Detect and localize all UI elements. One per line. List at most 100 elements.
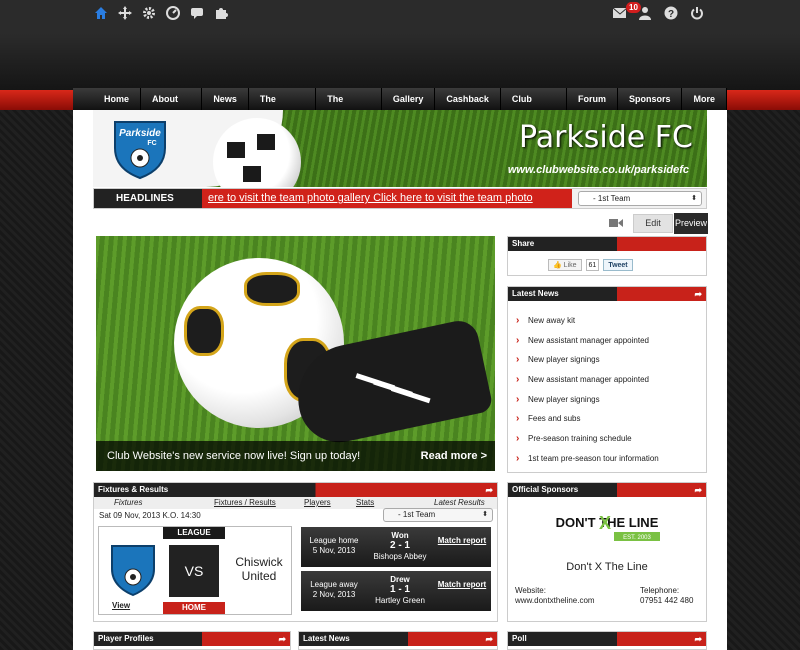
result-row: League away 2 Nov, 2013 Drew 1 - 1 Hartl… xyxy=(301,571,491,611)
result-opponent: Hartley Green xyxy=(375,596,425,605)
next-fixture-card: LEAGUE VS Chiswick United HOME View xyxy=(98,526,292,615)
player-profiles-header: Player Profiles ➦ xyxy=(94,632,290,646)
tab-players[interactable]: Players xyxy=(304,498,331,507)
match-report-link[interactable]: Match report xyxy=(437,536,487,546)
help-icon[interactable]: ? xyxy=(664,6,678,20)
toolbar-left-icons xyxy=(94,6,228,20)
home-icon[interactable] xyxy=(94,6,108,20)
read-more-link[interactable]: Read more > xyxy=(421,441,487,471)
latest-news-header: Latest News ➦ xyxy=(508,287,706,301)
fixtures-header: Fixtures & Results ➦ xyxy=(94,483,497,497)
header-band xyxy=(0,34,800,90)
nav-forum[interactable]: Forum xyxy=(567,88,618,110)
tab-latest-results[interactable]: Latest Results xyxy=(434,498,485,507)
nav-more[interactable]: More xyxy=(682,88,727,110)
like-button[interactable]: 👍 Like xyxy=(548,259,582,271)
share-arrow-icon[interactable]: ➦ xyxy=(485,632,493,646)
venue-label: HOME xyxy=(163,602,225,614)
hero-slideshow[interactable]: Club Website's new service now live! Sig… xyxy=(96,236,495,471)
sponsor-logo[interactable]: DON'T THE LINE X EST. 2003 xyxy=(554,507,660,549)
nav-gallery[interactable]: Gallery xyxy=(382,88,436,110)
club-crest-logo[interactable]: Parkside FC xyxy=(111,118,169,180)
result-row: League home 5 Nov, 2013 Won 2 - 1 Bishop… xyxy=(301,527,491,567)
view-fixture-link[interactable]: View xyxy=(112,601,130,610)
mail-badge: 10 xyxy=(626,2,641,13)
bottom-news-panel: Latest News ➦ xyxy=(298,631,498,650)
main-nav: Home About Us News The Teams The Match G… xyxy=(73,88,727,126)
club-url[interactable]: www.clubwebsite.co.uk/parksidefc xyxy=(508,164,689,176)
share-arrow-icon[interactable]: ➦ xyxy=(278,632,286,646)
phone-label: Telephone: xyxy=(640,586,680,595)
news-item[interactable]: New assistant manager appointed xyxy=(514,370,706,390)
match-report-link[interactable]: Match report xyxy=(437,580,487,590)
svg-text:X: X xyxy=(599,513,611,533)
nav-news[interactable]: News xyxy=(202,88,249,110)
nav-about-us[interactable]: About Us xyxy=(141,88,203,126)
nav-home[interactable]: Home xyxy=(93,88,142,110)
tab-fixtures-results[interactable]: Fixtures / Results xyxy=(214,498,276,507)
puzzle-icon[interactable] xyxy=(214,6,228,20)
preview-button[interactable]: Preview xyxy=(674,213,708,234)
nav-club-shop[interactable]: Club Shop xyxy=(501,88,567,126)
tab-fixtures[interactable]: Fixtures xyxy=(114,498,142,507)
home-team-crest xyxy=(111,545,155,597)
result-date: 2 Nov, 2013 xyxy=(312,590,356,599)
opponent-name: Chiswick United xyxy=(235,555,283,583)
competition-label: LEAGUE xyxy=(163,527,225,539)
edit-button[interactable]: Edit xyxy=(633,214,673,233)
versus-label: VS xyxy=(169,545,219,597)
club-banner: Parkside FC Parkside FC www.clubwebsite.… xyxy=(93,110,707,187)
move-icon[interactable] xyxy=(118,6,132,20)
result-date: 5 Nov, 2013 xyxy=(312,546,356,555)
nav-the-teams[interactable]: The Teams xyxy=(249,88,317,126)
mail-icon[interactable] xyxy=(612,6,626,20)
fixtures-panel: Fixtures & Results ➦ Fixtures Fixtures / … xyxy=(93,482,498,622)
like-count: 61 xyxy=(585,259,600,271)
share-panel: Share 👍 Like 61 Tweet xyxy=(507,236,707,276)
website-label: Website: xyxy=(515,586,546,595)
player-profiles-panel: Player Profiles ➦ xyxy=(93,631,291,650)
share-arrow-icon[interactable]: ➦ xyxy=(485,483,493,497)
select-arrows-icon: ⬍ xyxy=(691,195,697,202)
headlines-ticker[interactable]: ere to visit the team photo gallery Clic… xyxy=(202,189,572,208)
share-arrow-icon[interactable]: ➦ xyxy=(694,483,702,497)
club-title: Parkside FC xyxy=(518,120,693,155)
share-arrow-icon[interactable]: ➦ xyxy=(694,632,702,646)
sponsor-name: Don't X The Line xyxy=(566,561,648,573)
team-select[interactable]: - 1st Team ⬍ xyxy=(578,191,702,206)
power-icon[interactable] xyxy=(690,6,704,20)
sponsors-header: Official Sponsors ➦ xyxy=(508,483,706,497)
chat-icon[interactable] xyxy=(190,6,204,20)
news-item[interactable]: Pre-season training schedule xyxy=(514,429,706,449)
sponsor-phone: 07951 442 480 xyxy=(640,596,694,605)
news-item[interactable]: New player signings xyxy=(514,390,706,410)
nav-sponsors[interactable]: Sponsors xyxy=(618,88,683,110)
news-item[interactable]: New player signings xyxy=(514,350,706,370)
tweet-button[interactable]: Tweet xyxy=(603,259,633,271)
result-score: 2 - 1 xyxy=(389,540,410,551)
poll-panel: Poll ➦ xyxy=(507,631,707,650)
results-team-select[interactable]: - 1st Team ⬍ xyxy=(383,508,493,522)
video-camera-icon[interactable] xyxy=(609,218,627,232)
select-arrows-icon: ⬍ xyxy=(482,511,488,518)
tab-stats[interactable]: Stats xyxy=(356,498,374,507)
result-score: 1 - 1 xyxy=(389,584,410,595)
gear-icon[interactable] xyxy=(142,6,156,20)
result-venue: League away xyxy=(310,580,358,589)
share-arrow-icon[interactable]: ➦ xyxy=(694,287,702,301)
bottom-news-header: Latest News ➦ xyxy=(299,632,497,646)
nav-cashback[interactable]: Cashback xyxy=(435,88,501,110)
news-item[interactable]: Fees and subs xyxy=(514,409,706,429)
svg-text:Parkside: Parkside xyxy=(119,128,161,139)
news-item[interactable]: 1st team pre-season tour information xyxy=(514,449,706,469)
poll-header: Poll ➦ xyxy=(508,632,706,646)
news-item[interactable]: New assistant manager appointed xyxy=(514,331,706,351)
sponsor-website[interactable]: www.dontxtheline.com xyxy=(515,596,595,605)
dashboard-icon[interactable] xyxy=(166,6,180,20)
headlines-label: HEADLINES xyxy=(94,189,202,208)
svg-text:?: ? xyxy=(668,9,674,20)
news-list: New away kit New assistant manager appoi… xyxy=(508,301,706,469)
news-item[interactable]: New away kit xyxy=(514,311,706,331)
page-container: Home About Us News The Teams The Match G… xyxy=(73,88,727,650)
nav-the-match[interactable]: The Match xyxy=(316,88,382,126)
